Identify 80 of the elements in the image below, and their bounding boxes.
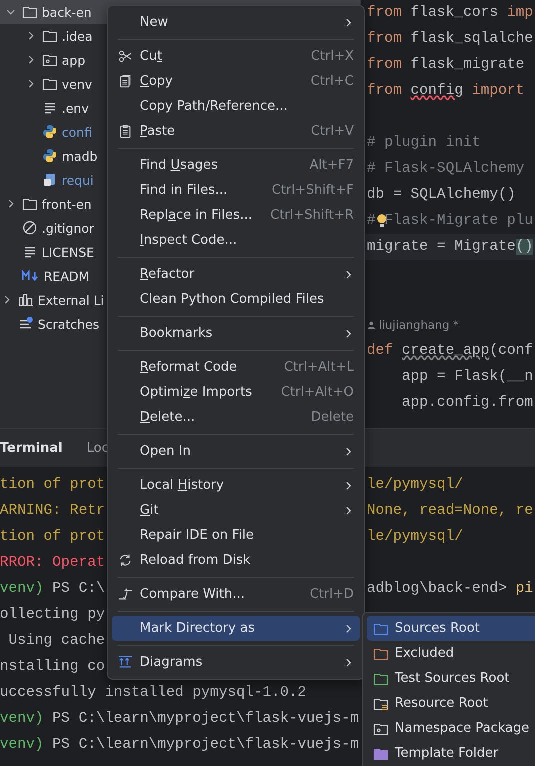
file-name: Scratches — [38, 316, 100, 332]
terminal-line: venv) PS C:\ — [0, 580, 106, 599]
code-line: # plugin init — [366, 134, 482, 153]
terminal-line: Using cache — [8, 632, 106, 651]
shortcut: Ctrl+V — [311, 124, 354, 139]
file-name: .env — [62, 100, 89, 116]
file-name: app — [62, 52, 86, 68]
file-name: .idea — [62, 28, 93, 44]
file-name: requi — [62, 172, 94, 188]
code-line: # Flask-SQLAlchemy — [366, 160, 526, 179]
terminal-line: venv) PS C:\learn\myproject\flask-vuejs-m — [0, 710, 360, 729]
shortcut: Ctrl+C — [310, 74, 354, 89]
shortcut: Ctrl+Shift+R — [270, 208, 354, 223]
terminal-line: tion of prot — [0, 528, 106, 547]
menu-item-label: Find in Files... — [140, 183, 229, 198]
menu-item-label: Repair IDE on File — [140, 528, 256, 543]
menu-item-label: Copy — [140, 74, 174, 89]
shortcut: Ctrl+Shift+F — [272, 183, 354, 198]
menu-item-label: Clean Python Compiled Files — [140, 292, 326, 307]
shortcut: Ctrl+Alt+O — [281, 385, 354, 400]
file-name: .gitignor — [42, 220, 94, 236]
shortcut: Ctrl+Alt+L — [284, 360, 354, 375]
menu-item-label: Replace in Files... — [140, 208, 254, 223]
terminal-line: None, read=None, re — [367, 502, 534, 521]
code-line: from config import — [366, 82, 526, 101]
menu-item-label: Find Usages — [140, 158, 220, 173]
terminal-line: ARNING: Retr — [0, 502, 106, 521]
shortcut: Delete — [311, 410, 354, 425]
menu-item-label: Optimize Imports — [140, 385, 254, 400]
menu-item-label: Resource Root — [395, 696, 490, 711]
menu-item-label: Delete... — [140, 410, 196, 425]
menu-item-label: Sources Root — [395, 621, 482, 636]
menu-item-label: Reload from Disk — [140, 553, 252, 568]
terminal-line: tion of prot — [0, 476, 106, 495]
file-name: venv — [62, 76, 92, 92]
code-line: from flask_cors imp — [366, 4, 534, 23]
menu-item-label: Mark Directory as — [140, 621, 256, 636]
menu-item-label: Diagrams — [140, 655, 204, 670]
menu-item-label: Reformat Code — [140, 360, 238, 375]
code-line: def create_app(conf — [366, 342, 534, 361]
menu-item-label: Inspect Code... — [140, 233, 238, 248]
shortcut: Ctrl+D — [310, 587, 354, 602]
menu-item-label: Git — [140, 503, 160, 518]
code-line: # Flask-Migrate plu — [366, 212, 534, 231]
menu-item-label: Template Folder — [395, 746, 500, 761]
menu-item-label: Refactor — [140, 267, 196, 282]
terminal-line: venv) PS C:\learn\myproject\flask-vuejs-m — [0, 736, 360, 755]
terminal-line: nstalling co — [0, 658, 106, 677]
terminal-line: le/pymysql/ — [367, 476, 464, 495]
file-name: READM — [44, 268, 90, 284]
terminal-line: ollecting py — [0, 606, 106, 625]
code-line: app = Flask(__n — [401, 368, 534, 387]
code-line: from flask_migrate — [366, 56, 526, 75]
file-name: madb — [62, 148, 98, 164]
file-name: front-en — [42, 196, 92, 212]
code-line: app.config.from — [401, 394, 534, 413]
menu-item-label: Copy Path/Reference... — [140, 99, 289, 114]
code-line: from flask_sqlalche — [366, 30, 534, 49]
file-name: LICENSE — [42, 244, 94, 260]
terminal-line: le/pymysql/ — [367, 528, 464, 547]
menu-item-label: New — [140, 15, 170, 30]
menu-item-label: Bookmarks — [140, 326, 214, 341]
menu-item-label: Cut — [140, 49, 164, 64]
terminal-line: uccessfully installed pymysql-1.0.2 — [0, 684, 307, 703]
menu-item-label: Paste — [140, 124, 176, 139]
terminal-line: RROR: Operat — [0, 554, 106, 573]
menu-item-label: Open In — [140, 444, 192, 459]
shortcut: Alt+F7 — [310, 158, 354, 173]
menu-item-label: Test Sources Root — [395, 671, 511, 686]
file-name: External Li — [38, 292, 104, 308]
menu-item-label: Compare With... — [140, 587, 246, 602]
code-line: db = SQLAlchemy() — [366, 186, 517, 205]
menu-item-label: Excluded — [395, 646, 456, 661]
menu-item-label: Local History — [140, 478, 226, 493]
terminal-line: adblog\back-end> pi — [367, 580, 534, 599]
menu-item-label: Namespace Package — [395, 721, 531, 736]
file-name: back-en — [42, 4, 92, 20]
shortcut: Ctrl+X — [311, 49, 354, 64]
author-annotation: liujianghang * — [379, 318, 460, 332]
file-name: confi — [62, 124, 92, 140]
